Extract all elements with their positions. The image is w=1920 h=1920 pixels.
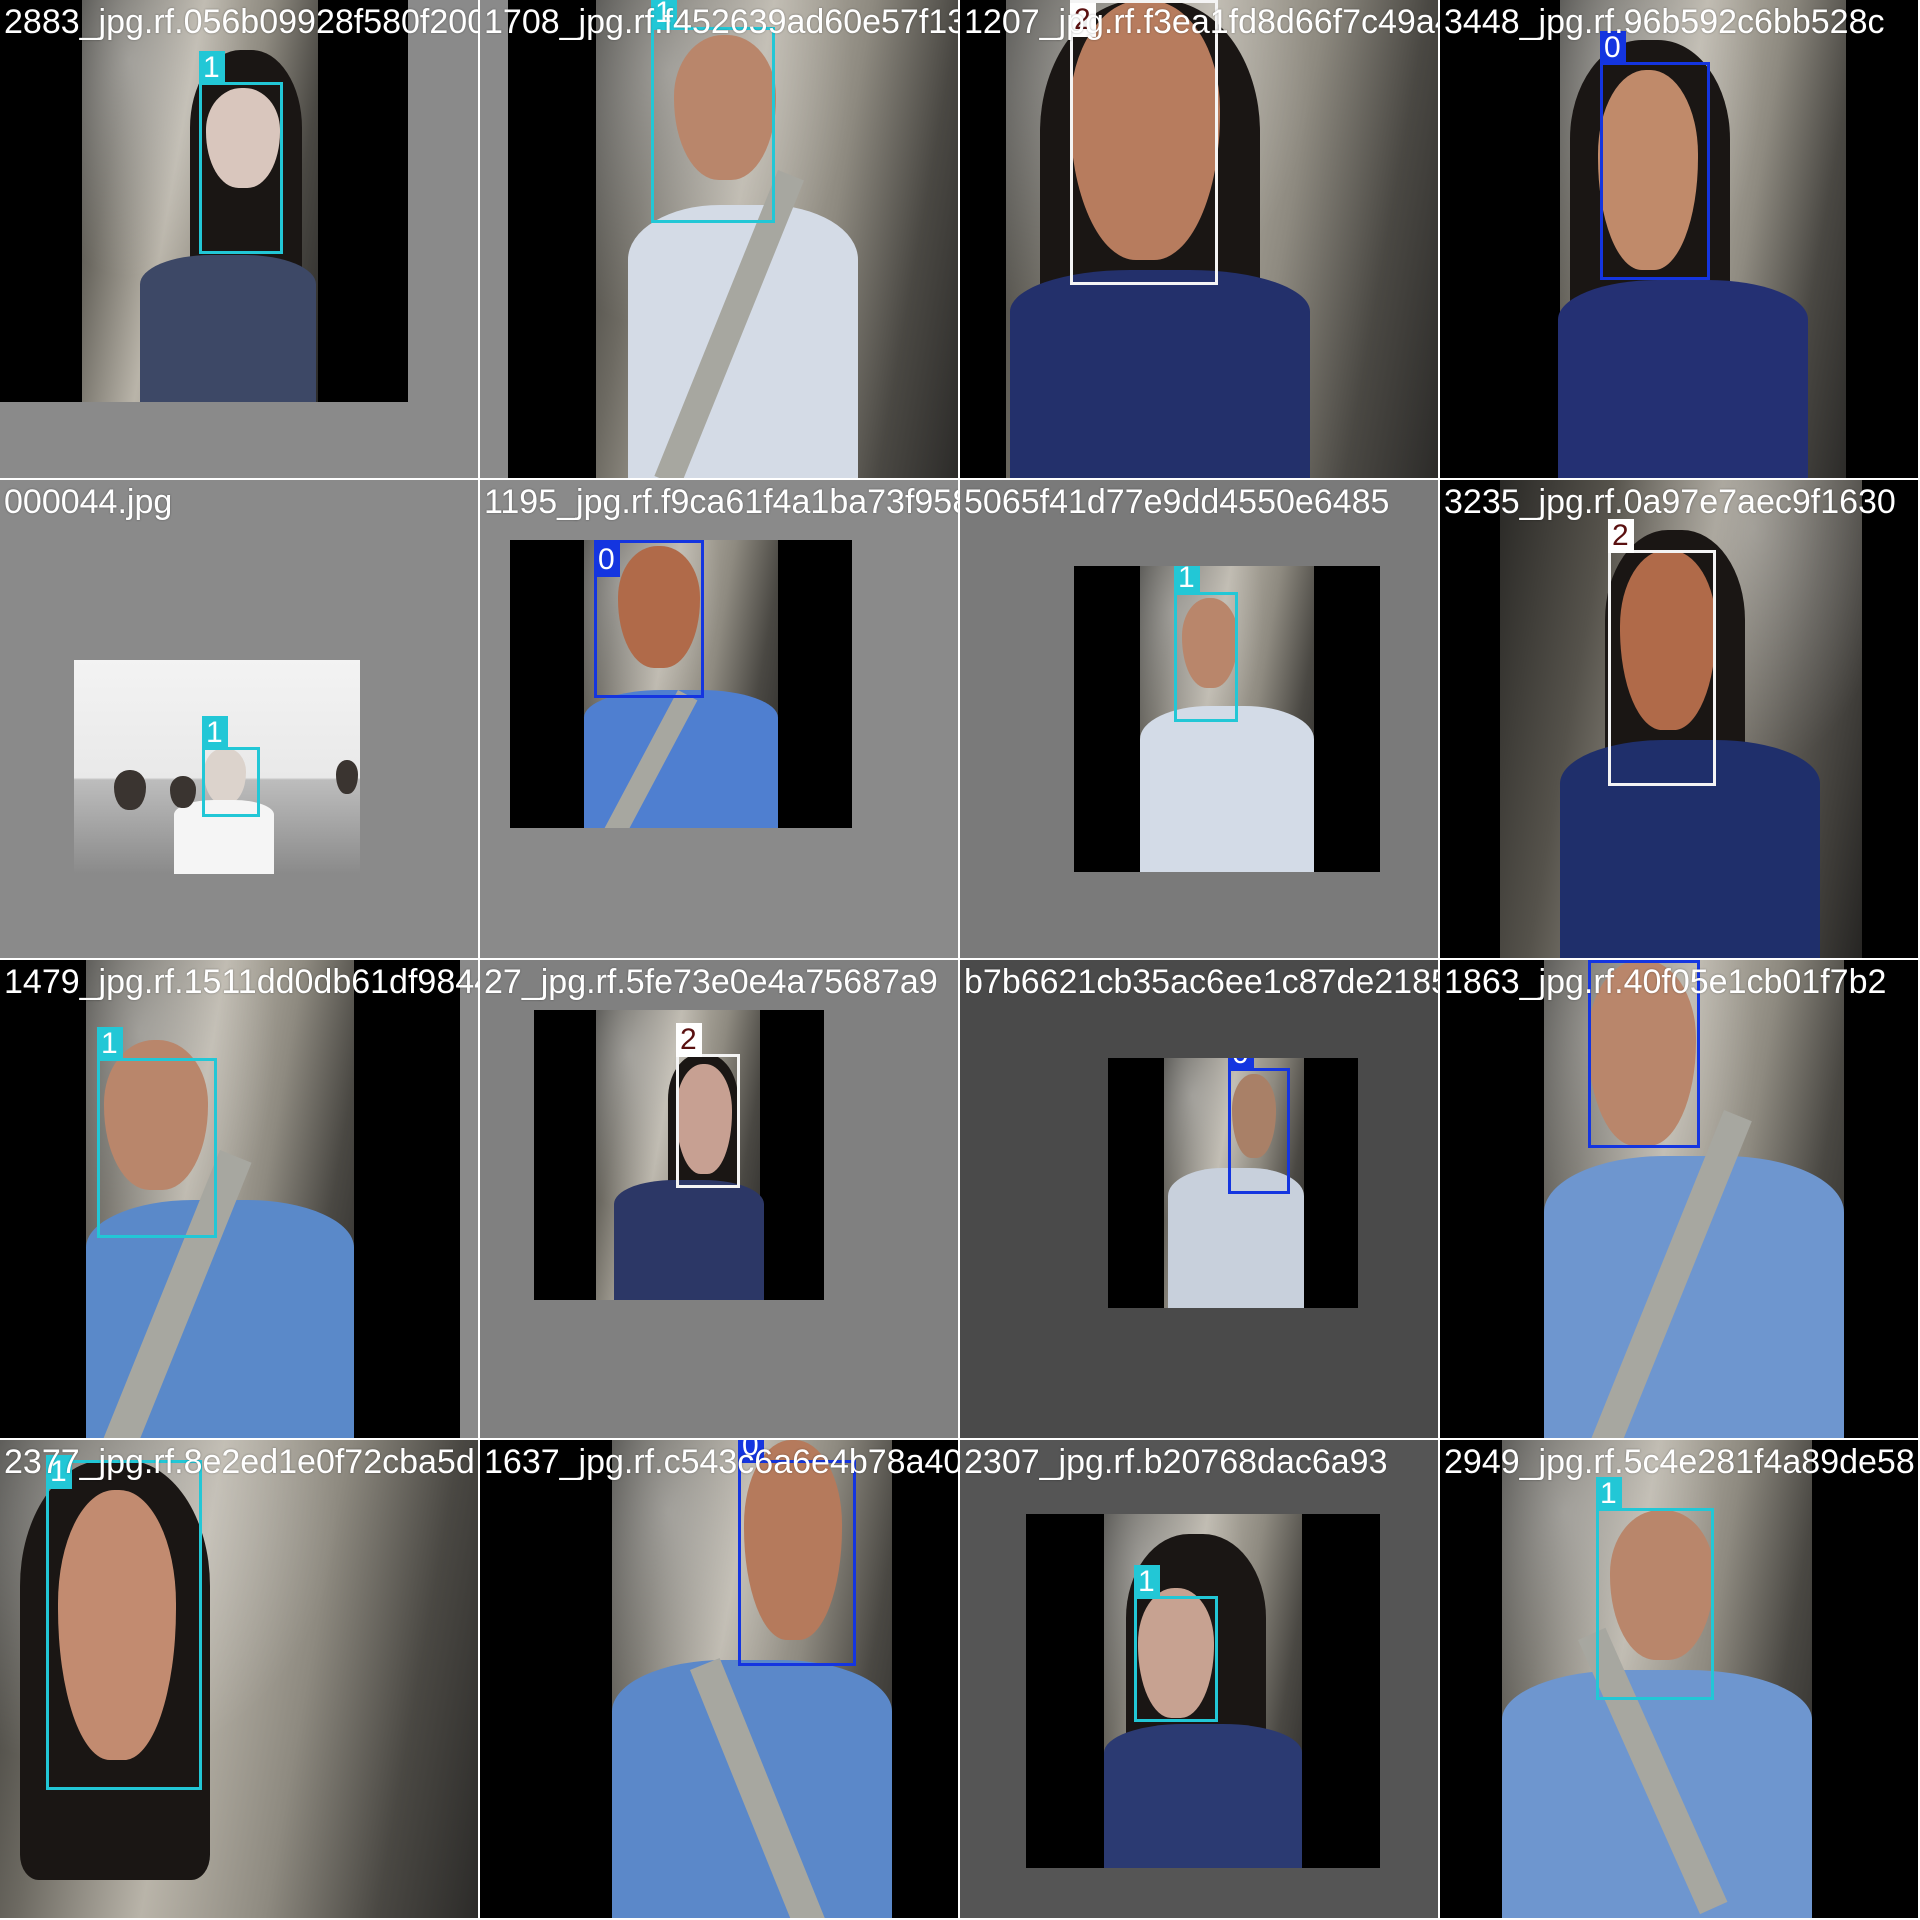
image-filename: 2949_jpg.rf.5c4e281f4a89de58 (1444, 1443, 1915, 1481)
image-filename: 2377_jpg.rf.8e2ed1e0f72cba5d (4, 1443, 475, 1481)
image-filename: 5065f41d77e9dd4550e6485 (964, 483, 1390, 521)
image-filename: 27_jpg.rf.5fe73e0e4a75687a9 (484, 963, 938, 1001)
tile-image: 0 (1108, 1058, 1358, 1308)
tile-image: 2 (1440, 480, 1918, 958)
class-label: 1 (199, 51, 225, 85)
tile-image: 1 (0, 1440, 478, 1918)
detection-box: 1 (202, 716, 260, 817)
class-label: 1 (1174, 566, 1200, 595)
mosaic-tile: 1 000044.jpg (0, 480, 478, 958)
tile-image: 0 (480, 1440, 958, 1918)
detection-box: 1 (97, 1027, 217, 1238)
tile-image: 1 (508, 0, 958, 478)
image-filename: 1863_jpg.rf.40f05e1cb01f7b2 (1444, 963, 1887, 1001)
class-label: 0 (594, 543, 620, 577)
tile-image: 1 (1440, 1440, 1918, 1918)
tile-image: 1 (74, 660, 360, 874)
image-filename: 1637_jpg.rf.c543c6a6e4b78a400 (484, 1443, 958, 1481)
class-label: 1 (97, 1027, 123, 1061)
detection-box: 1 (199, 51, 283, 254)
detection-box: 0 (1600, 31, 1710, 280)
image-filename: 1195_jpg.rf.f9ca61f4a1ba73f958 (484, 483, 958, 521)
image-filename: 000044.jpg (4, 483, 173, 521)
detection-box: 2 (1608, 519, 1716, 786)
mosaic-tile: 1 5065f41d77e9dd4550e6485 (960, 480, 1438, 958)
image-filename: 1708_jpg.rf.f452639ad60e57f13207 (484, 3, 958, 41)
mosaic-tile: 2 1207_jpg.rf.f3ea1fd8d66f7c49a418 (960, 0, 1438, 478)
image-filename: 2883_jpg.rf.056b09928f580f2008 (4, 3, 478, 41)
mosaic-tile: 1 1479_jpg.rf.1511dd0db61df98447 (0, 960, 478, 1438)
mosaic-tile: 0 3448_jpg.rf.96b592c6bb528c (1440, 0, 1918, 478)
detection-box: 1 (1174, 566, 1238, 722)
image-filename: b7b6621cb35ac6ee1c87de2185 (964, 963, 1438, 1001)
mosaic-tile: 0 1195_jpg.rf.f9ca61f4a1ba73f958 (480, 480, 958, 958)
image-filename: 3448_jpg.rf.96b592c6bb528c (1444, 3, 1885, 41)
image-filename: 1479_jpg.rf.1511dd0db61df98447 (4, 963, 478, 1001)
detection-box: 0 (594, 540, 704, 698)
training-batch-mosaic: 1 2883_jpg.rf.056b09928f580f2008 1 1708_… (0, 0, 1920, 1920)
tile-image: 1 (0, 0, 408, 402)
tile-image: 1 (1074, 566, 1380, 872)
tile-image: 0 (510, 540, 852, 828)
mosaic-tile: 1 2883_jpg.rf.056b09928f580f2008 (0, 0, 478, 478)
mosaic-tile: 1 2307_jpg.rf.b20768dac6a93 (960, 1440, 1438, 1918)
class-label: 2 (676, 1023, 702, 1057)
mosaic-tile: 0 b7b6621cb35ac6ee1c87de2185 (960, 960, 1438, 1438)
mosaic-tile: 2 3235_jpg.rf.0a97e7aec9f1630 (1440, 480, 1918, 958)
detection-box: 1 (651, 0, 775, 223)
image-filename: 3235_jpg.rf.0a97e7aec9f1630 (1444, 483, 1896, 521)
mosaic-tile: 0 1863_jpg.rf.40f05e1cb01f7b2 (1440, 960, 1918, 1438)
tile-image: 2 (534, 1010, 824, 1300)
image-filename: 1207_jpg.rf.f3ea1fd8d66f7c49a418 (964, 3, 1438, 41)
tile-image: 0 (1440, 960, 1918, 1438)
tile-image: 1 (0, 960, 460, 1438)
class-label: 1 (1596, 1477, 1622, 1511)
detection-box: 1 (1596, 1477, 1714, 1700)
detection-box: 1 (46, 1455, 202, 1790)
detection-box: 2 (676, 1023, 740, 1188)
tile-image: 0 (1440, 0, 1918, 478)
detection-box: 2 (1070, 0, 1218, 285)
mosaic-tile: 1 2377_jpg.rf.8e2ed1e0f72cba5d (0, 1440, 478, 1918)
tile-image: 1 (1026, 1514, 1380, 1868)
class-label: 0 (1228, 1058, 1254, 1071)
class-label: 1 (1134, 1565, 1160, 1599)
class-label: 1 (202, 716, 228, 750)
detection-box: 1 (1134, 1565, 1218, 1722)
mosaic-tile: 2 27_jpg.rf.5fe73e0e4a75687a9 (480, 960, 958, 1438)
mosaic-tile: 1 1708_jpg.rf.f452639ad60e57f13207 (480, 0, 958, 478)
image-filename: 2307_jpg.rf.b20768dac6a93 (964, 1443, 1388, 1481)
tile-image: 2 (960, 0, 1438, 478)
mosaic-tile: 1 2949_jpg.rf.5c4e281f4a89de58 (1440, 1440, 1918, 1918)
detection-box: 0 (738, 1440, 856, 1666)
detection-box: 0 (1228, 1058, 1290, 1194)
mosaic-tile: 0 1637_jpg.rf.c543c6a6e4b78a400 (480, 1440, 958, 1918)
class-label: 2 (1608, 519, 1634, 553)
